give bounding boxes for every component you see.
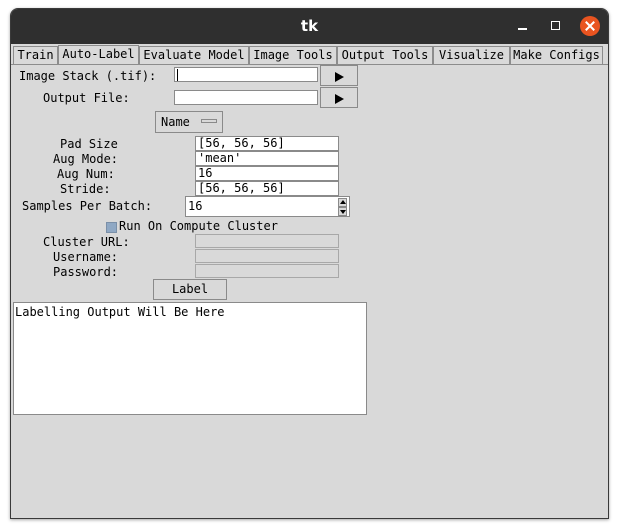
- password-input[interactable]: [195, 264, 339, 278]
- maximize-icon[interactable]: [547, 17, 565, 35]
- stride-label: Stride:: [60, 182, 111, 196]
- spin-up-icon[interactable]: [338, 198, 347, 207]
- aug-num-input[interactable]: 16: [195, 166, 339, 181]
- output-file-input[interactable]: [174, 90, 318, 105]
- image-stack-input[interactable]: [174, 67, 318, 82]
- app-window: tk Train Auto-Label Evaluate Model Image…: [10, 8, 609, 519]
- output-text-area[interactable]: Labelling Output Will Be Here: [13, 302, 367, 415]
- aug-num-label: Aug Num:: [57, 167, 115, 181]
- cluster-checkbox[interactable]: [106, 222, 117, 233]
- aug-mode-label: Aug Mode:: [53, 152, 119, 166]
- tab-auto-label[interactable]: Auto-Label: [58, 45, 139, 65]
- samples-per-batch-value: 16: [188, 199, 203, 213]
- output-file-browse-button[interactable]: [320, 87, 358, 108]
- tab-make-configs[interactable]: Make Configs: [510, 46, 603, 64]
- label-button[interactable]: Label: [153, 279, 227, 300]
- cluster-url-input[interactable]: [195, 234, 339, 248]
- play-icon: [335, 94, 344, 104]
- username-input[interactable]: [195, 249, 339, 263]
- tab-output-tools[interactable]: Output Tools: [337, 46, 433, 64]
- tab-visualize[interactable]: Visualize: [433, 46, 510, 64]
- pad-size-label: Pad Size: [60, 137, 118, 151]
- tab-image-tools[interactable]: Image Tools: [249, 46, 337, 64]
- close-icon[interactable]: [580, 16, 600, 36]
- tab-evaluate-model[interactable]: Evaluate Model: [139, 46, 249, 64]
- play-icon: [335, 72, 344, 82]
- spin-down-icon[interactable]: [338, 207, 347, 216]
- tab-divider: [11, 64, 608, 65]
- cluster-checkbox-label[interactable]: Run On Compute Cluster: [119, 219, 278, 233]
- stride-input[interactable]: [56, 56, 56]: [195, 181, 339, 196]
- aug-mode-input[interactable]: 'mean': [195, 151, 339, 166]
- samples-per-batch-label: Samples Per Batch:: [22, 199, 153, 213]
- name-menu-button[interactable]: Name: [155, 111, 223, 133]
- image-stack-browse-button[interactable]: [320, 65, 358, 86]
- username-label: Username:: [53, 250, 119, 264]
- cluster-url-label: Cluster URL:: [43, 235, 130, 249]
- tab-train[interactable]: Train: [13, 46, 58, 64]
- title-bar[interactable]: tk: [11, 9, 608, 44]
- tab-bar: Train Auto-Label Evaluate Model Image To…: [11, 45, 608, 65]
- image-stack-label: Image Stack (.tif):: [19, 69, 157, 83]
- output-file-label: Output File:: [43, 91, 130, 105]
- minimize-icon[interactable]: [514, 17, 532, 35]
- samples-per-batch-spinbox[interactable]: 16: [185, 196, 350, 217]
- text-cursor: [177, 68, 178, 81]
- name-menu-label: Name: [161, 115, 190, 129]
- pad-size-input[interactable]: [56, 56, 56]: [195, 136, 339, 151]
- menu-indicator-icon: [201, 119, 217, 123]
- password-label: Password:: [53, 265, 119, 279]
